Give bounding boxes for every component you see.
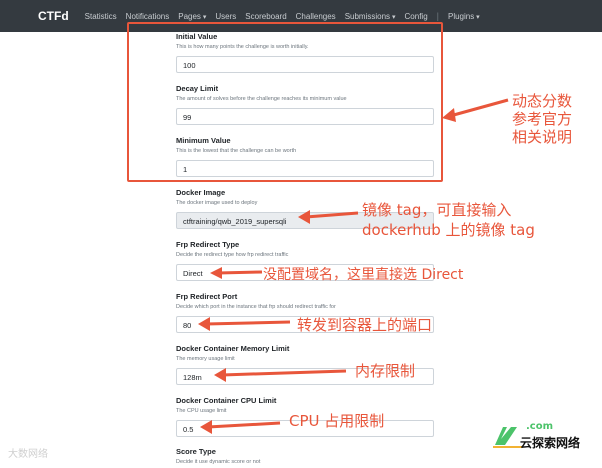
- score-type-group: Score Type Decide it use dynamic score o…: [176, 447, 436, 465]
- annotation-docker-image-line2: dockerhub 上的镜像 tag: [362, 221, 535, 239]
- annotation-cpu: CPU 占用限制: [289, 412, 385, 430]
- nav-config[interactable]: Config: [405, 12, 428, 21]
- frp-redirect-port-group: Frp Redirect Port Decide which port in t…: [176, 292, 436, 333]
- dynamic-score-highlight-box: [127, 22, 443, 182]
- arrow-docker-image: [298, 210, 359, 224]
- nav-scoreboard[interactable]: Scoreboard: [245, 12, 286, 21]
- frp-redirect-port-label: Frp Redirect Port: [176, 292, 238, 301]
- watermark-url: .com: [526, 421, 554, 432]
- nav-separator: |: [436, 11, 439, 21]
- watermark-left: 大数网络: [8, 449, 48, 460]
- annotation-dynamic-score-line3: 相关说明: [512, 128, 573, 146]
- frp-redirect-port-help: Decide which port in the instance that f…: [176, 304, 336, 310]
- watermark-right: 云探索网络: [520, 436, 581, 450]
- annotation-redirect-port: 转发到容器上的端口: [297, 316, 433, 334]
- nav-statistics[interactable]: Statistics: [85, 12, 117, 21]
- score-type-help: Decide it use dynamic score or not: [176, 459, 261, 465]
- nav-plugins[interactable]: Plugins: [448, 12, 480, 21]
- nav-submissions[interactable]: Submissions: [345, 12, 396, 21]
- annotation-docker-image: 镜像 tag，可直接输入 dockerhub 上的镜像 tag: [362, 200, 535, 240]
- cpu-limit-label: Docker Container CPU Limit: [176, 396, 277, 405]
- docker-image-label: Docker Image: [176, 188, 226, 197]
- annotation-dynamic-score-line1: 动态分数: [512, 92, 573, 110]
- nav-notifications[interactable]: Notifications: [126, 12, 170, 21]
- frp-redirect-type-label: Frp Redirect Type: [176, 240, 240, 249]
- nav-challenges[interactable]: Challenges: [296, 12, 336, 21]
- frp-redirect-type-group: Frp Redirect Type Decide the redirect ty…: [176, 240, 436, 281]
- arrow-redirect-port: [198, 317, 291, 331]
- annotation-docker-image-line1: 镜像 tag，可直接输入: [362, 201, 512, 219]
- nav-users[interactable]: Users: [215, 12, 236, 21]
- arrow-dynamic-score: [442, 98, 509, 122]
- arrow-redirect-type: [210, 267, 263, 279]
- memory-limit-label: Docker Container Memory Limit: [176, 344, 290, 353]
- arrow-memory: [214, 368, 347, 382]
- brand-logo[interactable]: CTFd: [38, 9, 69, 23]
- nav-pages[interactable]: Pages: [178, 12, 206, 21]
- arrow-cpu: [200, 420, 281, 434]
- annotation-memory: 内存限制: [355, 362, 416, 380]
- annotation-redirect-type: 没配置域名，这里直接选 Direct: [263, 267, 464, 283]
- score-type-label: Score Type: [176, 447, 216, 456]
- annotation-dynamic-score-line2: 参考官方: [512, 110, 573, 128]
- frp-redirect-type-help: Decide the redirect type how frp redirec…: [176, 252, 289, 258]
- annotation-dynamic-score: 动态分数 参考官方 相关说明: [512, 92, 572, 146]
